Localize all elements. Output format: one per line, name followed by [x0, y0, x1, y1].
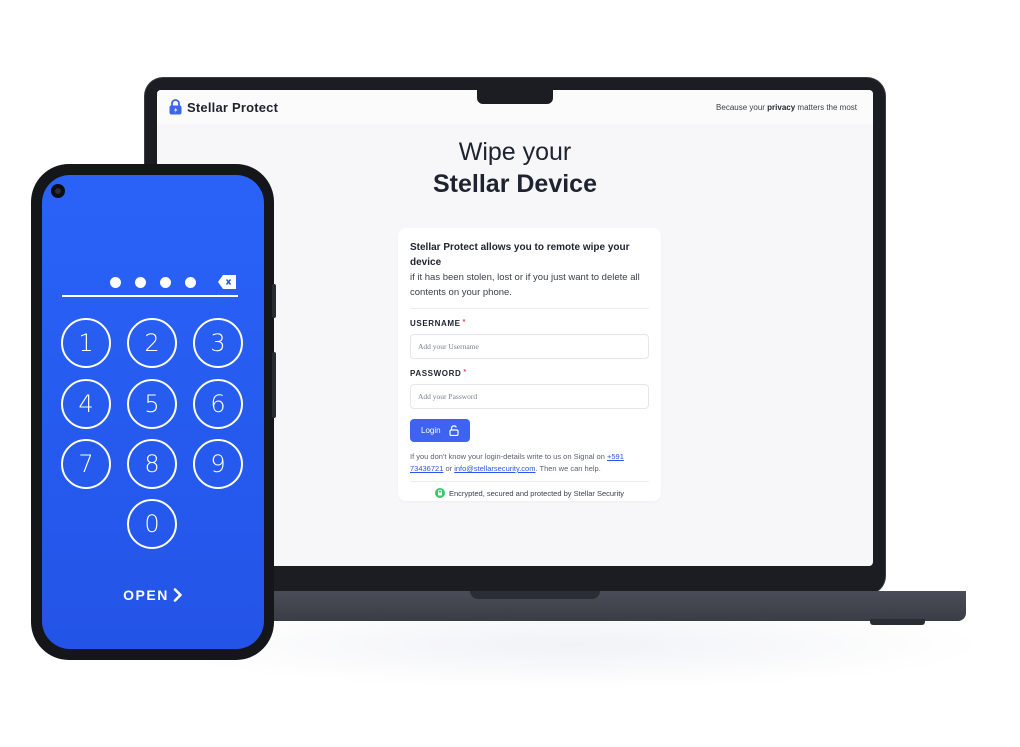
- keypad-key-2[interactable]: 2: [127, 318, 177, 368]
- help-or: or: [443, 464, 455, 473]
- pin-dot: [110, 277, 121, 288]
- phone-screen: 1 2 3 4 5 6 7 8 9 0 OPEN: [42, 175, 264, 649]
- keypad-key-1[interactable]: 1: [61, 318, 111, 368]
- divider: [410, 308, 649, 309]
- intro-heading: Stellar Protect allows you to remote wip…: [410, 242, 630, 268]
- brand-logo[interactable]: Stellar Protect: [169, 99, 278, 115]
- login-card: Stellar Protect allows you to remote wip…: [398, 228, 661, 501]
- tagline-prefix: Because your: [716, 102, 768, 112]
- divider: [410, 481, 649, 482]
- keypad-key-7[interactable]: 7: [61, 439, 111, 489]
- username-label: USERNAME *: [410, 319, 649, 328]
- shield-icon: [434, 488, 445, 498]
- keypad-key-4[interactable]: 4: [61, 379, 111, 429]
- support-email-link[interactable]: info@stellarsecurity.com: [454, 464, 535, 473]
- pin-underline: [62, 295, 238, 297]
- security-note: Encrypted, secured and protected by Stel…: [410, 488, 649, 498]
- username-label-text: USERNAME: [410, 319, 461, 328]
- help-suffix: . Then we can help.: [535, 464, 601, 473]
- hero-title-line1: Wipe your: [458, 138, 572, 166]
- pin-dot: [160, 277, 171, 288]
- pin-dot: [185, 277, 196, 288]
- backspace-icon[interactable]: [218, 275, 236, 289]
- required-mark: *: [462, 319, 466, 326]
- open-button[interactable]: OPEN: [42, 587, 264, 603]
- security-note-text: Encrypted, secured and protected by Stel…: [448, 488, 625, 498]
- camera-notch: [477, 90, 553, 104]
- keypad-key-6[interactable]: 6: [193, 379, 243, 429]
- keypad-key-3[interactable]: 3: [193, 318, 243, 368]
- keypad-key-5[interactable]: 5: [127, 379, 177, 429]
- laptop-foot: [870, 619, 925, 625]
- login-button[interactable]: Login: [410, 419, 470, 442]
- unlock-icon: [448, 425, 459, 436]
- phone-side-button: [272, 284, 276, 318]
- front-camera: [51, 184, 65, 198]
- password-label: PASSWORD *: [410, 369, 649, 378]
- tagline-bold: privacy: [767, 102, 796, 112]
- required-mark: *: [463, 369, 467, 376]
- pin-indicator: [110, 277, 196, 288]
- keypad-key-9[interactable]: 9: [193, 439, 243, 489]
- help-text: If you don't know your login-details wri…: [410, 451, 649, 475]
- username-input[interactable]: [410, 334, 649, 359]
- pin-dot: [135, 277, 146, 288]
- password-label-text: PASSWORD: [410, 369, 462, 378]
- keypad-key-8[interactable]: 8: [127, 439, 177, 489]
- tagline: Because your privacy matters the most: [716, 103, 857, 112]
- login-button-label: Login: [421, 426, 441, 435]
- help-prefix: If you don't know your login-details wri…: [410, 452, 607, 461]
- intro-body: if it has been stolen, lost or if you ju…: [410, 272, 640, 298]
- open-button-label: OPEN: [123, 587, 169, 603]
- padlock-icon: [169, 99, 182, 115]
- password-input[interactable]: [410, 384, 649, 409]
- chevron-right-icon: [173, 588, 182, 602]
- keypad-key-0[interactable]: 0: [127, 499, 177, 549]
- brand-name: Stellar Protect: [187, 99, 279, 115]
- tagline-suffix: matters the most: [795, 102, 857, 112]
- phone-volume-button: [272, 352, 276, 418]
- laptop-base-lip: [470, 591, 600, 599]
